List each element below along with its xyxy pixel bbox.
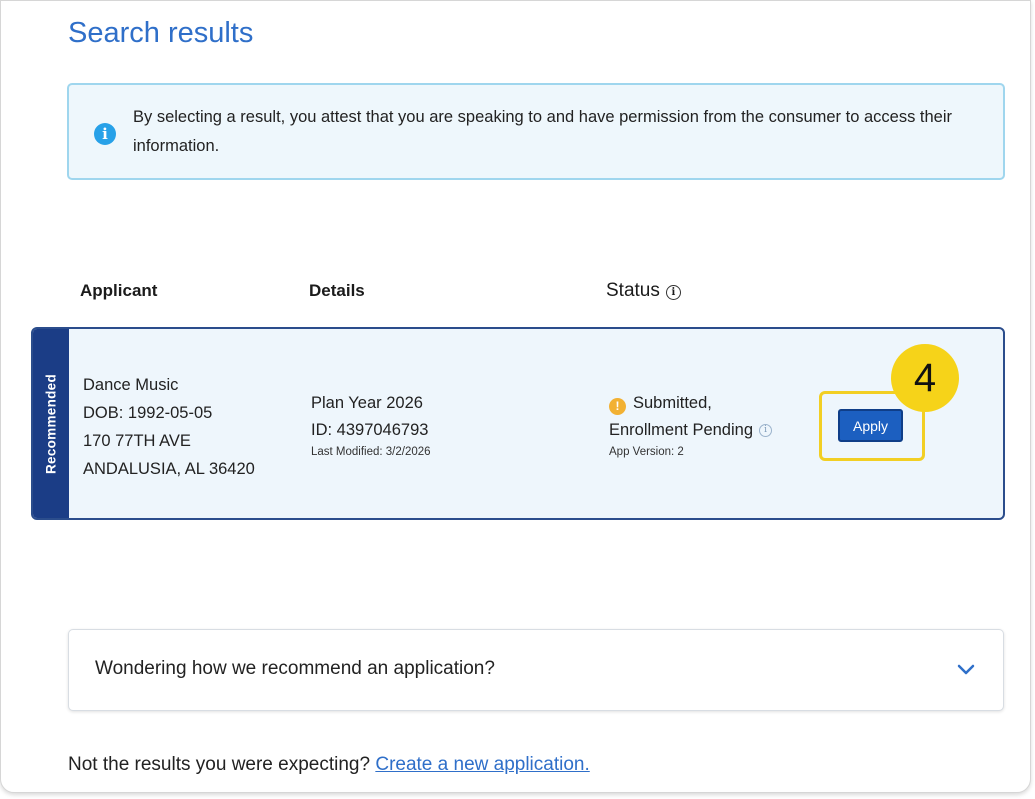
column-header-applicant: Applicant: [80, 281, 158, 300]
column-header-status-label: Status: [606, 280, 660, 301]
plan-year: Plan Year 2026: [311, 394, 423, 412]
applicant-address-line1: 170 77TH AVE: [83, 432, 191, 450]
applicant-info: Dance Music DOB: 1992-05-05 170 77TH AVE…: [83, 371, 255, 483]
applicant-dob: DOB: 1992-05-05: [83, 404, 213, 422]
page-title: Search results: [68, 17, 254, 49]
step-number-badge: 4: [891, 344, 959, 412]
recommended-badge: Recommended: [33, 329, 69, 518]
application-details: Plan Year 2026 ID: 4397046793 Last Modif…: [311, 390, 431, 460]
recommended-label: Recommended: [43, 373, 59, 475]
recommendation-accordion[interactable]: Wondering how we recommend an applicatio…: [68, 629, 1004, 711]
accordion-label: Wondering how we recommend an applicatio…: [95, 658, 495, 679]
page-frame: Search results i By selecting a result, …: [0, 0, 1031, 793]
attestation-notice: i By selecting a result, you attest that…: [67, 83, 1005, 180]
create-new-application-link[interactable]: Create a new application.: [375, 754, 589, 775]
warning-icon: !: [609, 398, 626, 415]
result-row[interactable]: Recommended Dance Music DOB: 1992-05-05 …: [31, 327, 1005, 520]
footer-prompt-line: Not the results you were expecting? Crea…: [68, 754, 590, 776]
status-line1: Submitted,: [633, 394, 712, 412]
applicant-address-line2: ANDALUSIA, AL 36420: [83, 460, 255, 478]
column-header-details: Details: [309, 281, 365, 300]
info-icon: i: [94, 123, 116, 145]
column-header-status: Status i: [606, 280, 681, 302]
last-modified: Last Modified: 3/2/2026: [311, 446, 431, 458]
chevron-down-icon: [957, 664, 975, 675]
footer-prompt: Not the results you were expecting?: [68, 754, 371, 775]
applicant-name: Dance Music: [83, 376, 179, 394]
attestation-notice-text: By selecting a result, you attest that y…: [133, 108, 953, 155]
apply-button[interactable]: Apply: [838, 409, 903, 442]
pending-info-icon[interactable]: i: [759, 424, 773, 437]
status-info-icon[interactable]: i: [665, 285, 681, 300]
status-line2: Enrollment Pending: [609, 421, 754, 439]
application-id: ID: 4397046793: [311, 421, 429, 439]
app-version: App Version: 2: [609, 446, 684, 458]
application-status: ! Submitted, Enrollment Pending i App Vers…: [609, 390, 773, 460]
